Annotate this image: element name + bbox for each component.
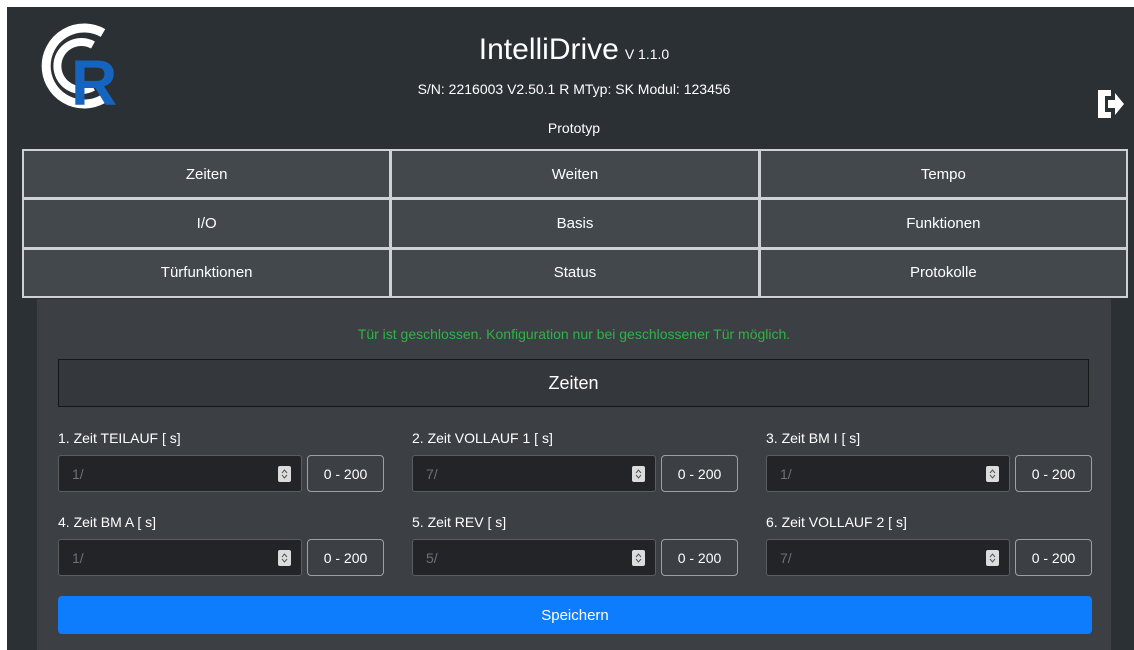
input-value: 7/: [780, 550, 792, 566]
nav-protokolle[interactable]: Protokolle: [760, 249, 1126, 296]
field-label: 4. Zeit BM A [ s]: [58, 514, 157, 530]
number-input[interactable]: 5/: [412, 539, 656, 576]
number-input[interactable]: 1/: [766, 455, 1010, 492]
serial-info: S/N: 2216003 V2.50.1 R MTyp: SK Modul: 1…: [417, 81, 731, 97]
field-label: 2. Zeit VOLLAUF 1 [ s]: [412, 430, 553, 446]
settings-panel: Tür ist geschlossen. Konfiguration nur b…: [37, 299, 1111, 650]
field-label: 1. Zeit TEILAUF [ s]: [58, 430, 181, 446]
range-badge: 0 - 200: [661, 455, 738, 492]
nav-zeiten[interactable]: Zeiten: [24, 151, 390, 198]
number-input[interactable]: 7/: [412, 455, 656, 492]
input-value: 5/: [426, 550, 438, 566]
field-label: 5. Zeit REV [ s]: [412, 514, 507, 530]
range-badge: 0 - 200: [307, 539, 384, 576]
app-title: IntelliDrive V 1.1.0: [7, 33, 1134, 67]
app-title-text: IntelliDrive: [478, 33, 619, 66]
nav-tempo[interactable]: Tempo: [760, 151, 1126, 198]
section-title: Zeiten: [58, 359, 1089, 407]
device-subtitle: Prototyp: [547, 120, 601, 136]
spinner-icon[interactable]: [986, 550, 999, 566]
door-status-notice: Tür ist geschlossen. Konfiguration nur b…: [357, 326, 791, 342]
nav-funktionen[interactable]: Funktionen: [760, 200, 1126, 247]
spinner-icon[interactable]: [632, 466, 645, 482]
spinner-icon[interactable]: [986, 466, 999, 482]
input-value: 1/: [72, 550, 84, 566]
nav-weiten[interactable]: Weiten: [392, 151, 758, 198]
save-button[interactable]: Speichern: [58, 596, 1092, 634]
spinner-icon[interactable]: [632, 550, 645, 566]
input-value: 1/: [780, 466, 792, 482]
number-input[interactable]: 7/: [766, 539, 1010, 576]
nav-status[interactable]: Status: [392, 249, 758, 296]
spinner-icon[interactable]: [278, 466, 291, 482]
input-value: 1/: [72, 466, 84, 482]
range-badge: 0 - 200: [1015, 539, 1092, 576]
input-value: 7/: [426, 466, 438, 482]
range-badge: 0 - 200: [661, 539, 738, 576]
field-label: 3. Zeit BM I [ s]: [766, 430, 861, 446]
main-navigation: Zeiten Weiten Tempo I/O Basis Funktionen…: [22, 149, 1128, 298]
app-version: V 1.1.0: [624, 46, 670, 62]
range-badge: 0 - 200: [307, 455, 384, 492]
nav-tuerfunktionen[interactable]: Türfunktionen: [24, 249, 390, 296]
nav-io[interactable]: I/O: [24, 200, 390, 247]
range-badge: 0 - 200: [1015, 455, 1092, 492]
spinner-icon[interactable]: [278, 550, 291, 566]
number-input[interactable]: 1/: [58, 539, 302, 576]
number-input[interactable]: 1/: [58, 455, 302, 492]
field-label: 6. Zeit VOLLAUF 2 [ s]: [766, 514, 907, 530]
nav-basis[interactable]: Basis: [392, 200, 758, 247]
sign-out-icon[interactable]: [1095, 87, 1125, 121]
